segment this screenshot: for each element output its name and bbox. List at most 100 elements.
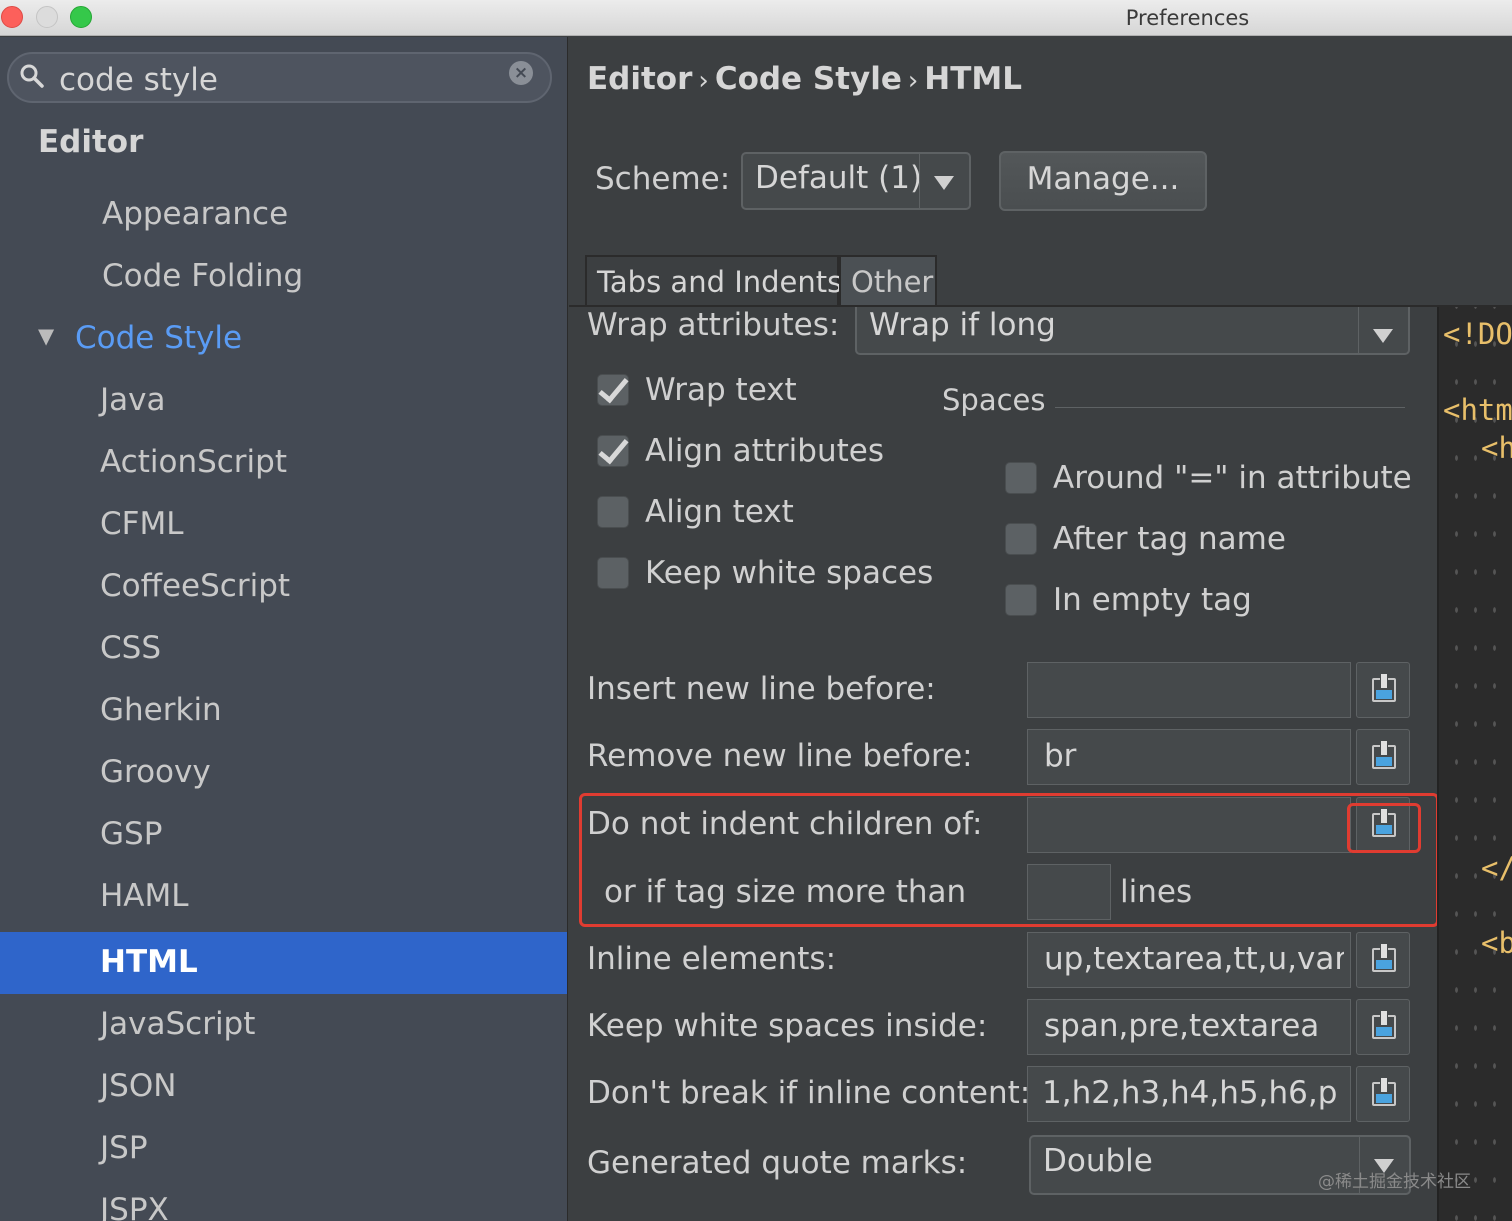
sidebar-item-appearance[interactable]: Appearance (0, 184, 567, 246)
sidebar-item-json[interactable]: JSON (0, 1056, 567, 1118)
sidebar-item-css[interactable]: CSS (0, 618, 567, 680)
remove-new-line-before-label: Remove new line before: (587, 738, 973, 774)
breadcrumb-item: Editor (587, 61, 693, 97)
sidebar-item-jspx[interactable]: JSPX (0, 1180, 567, 1221)
wrap-text-checkbox[interactable] (597, 374, 629, 406)
scheme-dropdown[interactable]: Default (1) (741, 152, 971, 210)
sidebar-item-label: JSPX (100, 1192, 169, 1221)
breadcrumb: Editor › Code Style › HTML (587, 61, 1022, 97)
inline-elements-browse-button[interactable] (1356, 932, 1410, 988)
dont-break-inline-input[interactable]: 1,h2,h3,h4,h5,h6,p (1027, 1066, 1351, 1122)
align-attributes-checkbox[interactable] (597, 435, 629, 467)
maximize-window-button[interactable] (70, 6, 92, 28)
remove-new-line-browse-button[interactable] (1356, 729, 1410, 785)
sidebar-item-gsp[interactable]: GSP (0, 804, 567, 866)
sidebar-item-cfml[interactable]: CFML (0, 494, 567, 556)
sidebar-item-java[interactable]: Java (0, 370, 567, 432)
after-tag-name-label: After tag name (1053, 521, 1286, 557)
sidebar-item-label: Code Style (75, 320, 243, 356)
search-box[interactable]: code style × (7, 52, 552, 103)
code-line: <h (1481, 431, 1512, 465)
sidebar-item-jsp[interactable]: JSP (0, 1118, 567, 1180)
search-input[interactable]: code style (59, 62, 218, 98)
section-divider (1055, 407, 1405, 408)
dont-break-inline-value: 1,h2,h3,h4,h5,h6,p (1042, 1075, 1338, 1111)
chevron-down-icon[interactable] (919, 154, 969, 208)
sidebar-item-label: GSP (100, 816, 163, 852)
sidebar-item-editor[interactable]: Editor (0, 112, 567, 174)
sidebar-item-label: Java (100, 382, 166, 418)
sidebar-item-coffeescript[interactable]: CoffeeScript (0, 556, 567, 618)
sidebar-item-label: Groovy (100, 754, 211, 790)
wrap-attributes-dropdown[interactable]: Wrap if long (855, 307, 1410, 355)
inline-elements-input[interactable]: up,textarea,tt,u,var (1027, 932, 1351, 988)
breadcrumb-item: Code Style (714, 61, 902, 97)
sidebar-item-label: HAML (100, 878, 189, 914)
sidebar-item-javascript[interactable]: JavaScript (0, 994, 567, 1056)
browse-icon (1372, 1078, 1396, 1106)
sidebar-item-code-folding[interactable]: Code Folding (0, 246, 567, 308)
dont-break-inline-label: Don't break if inline content: (587, 1075, 1031, 1111)
code-line: <!DO (1443, 317, 1512, 351)
close-window-button[interactable] (1, 6, 23, 28)
in-empty-tag-label: In empty tag (1053, 582, 1252, 618)
keep-white-spaces-inside-label: Keep white spaces inside: (587, 1008, 988, 1044)
tab-tabs-and-indents[interactable]: Tabs and Indents (585, 255, 842, 307)
around-equals-checkbox[interactable] (1005, 462, 1037, 494)
breadcrumb-item: HTML (924, 61, 1022, 97)
sidebar-item-label: JSP (100, 1130, 148, 1166)
wrap-attributes-label: Wrap attributes: (587, 307, 840, 343)
breadcrumb-separator-icon: › (698, 66, 709, 96)
window-title: Preferences (1125, 6, 1250, 30)
insert-new-line-browse-button[interactable] (1356, 662, 1410, 718)
dont-break-inline-browse-button[interactable] (1356, 1066, 1410, 1122)
keep-white-spaces-inside-value: span,pre,textarea (1044, 1008, 1320, 1044)
browse-icon (1372, 674, 1396, 702)
browse-icon (1372, 1011, 1396, 1039)
generated-quote-marks-label: Generated quote marks: (587, 1145, 968, 1181)
sidebar-item-gherkin[interactable]: Gherkin (0, 680, 567, 742)
keep-white-spaces-checkbox[interactable] (597, 557, 629, 589)
align-attributes-label: Align attributes (645, 433, 884, 469)
insert-new-line-before-input[interactable] (1027, 662, 1351, 718)
insert-new-line-before-label: Insert new line before: (587, 671, 936, 707)
sidebar-item-code-style[interactable]: ▼ Code Style (0, 308, 567, 370)
align-text-label: Align text (645, 494, 794, 530)
sidebar-item-label: CFML (100, 506, 184, 542)
sidebar-item-label: CSS (100, 630, 162, 666)
after-tag-name-checkbox[interactable] (1005, 523, 1037, 555)
scheme-label: Scheme: (595, 161, 731, 197)
around-equals-label: Around "=" in attribute (1053, 460, 1412, 496)
tab-other[interactable]: Other (839, 255, 937, 307)
browse-icon (1372, 944, 1396, 972)
sidebar-item-label: ActionScript (100, 444, 287, 480)
wrap-attributes-value: Wrap if long (869, 307, 1056, 343)
code-preview-panel: <!DO <htm <h </ <b (1437, 307, 1512, 1221)
clear-search-icon[interactable]: × (509, 61, 533, 85)
chevron-down-icon[interactable] (1358, 307, 1408, 353)
in-empty-tag-checkbox[interactable] (1005, 584, 1037, 616)
breadcrumb-separator-icon: › (907, 66, 919, 96)
remove-new-line-before-value: br (1044, 738, 1077, 774)
keep-white-spaces-inside-input[interactable]: span,pre,textarea (1027, 999, 1351, 1055)
annotation-highlight-button (1347, 803, 1421, 853)
keep-white-spaces-label: Keep white spaces (645, 555, 934, 591)
inline-elements-label: Inline elements: (587, 941, 837, 977)
spaces-section-title: Spaces (942, 383, 1046, 417)
sidebar-item-groovy[interactable]: Groovy (0, 742, 567, 804)
sidebar-item-haml[interactable]: HAML (0, 866, 567, 928)
watermark: @稀土掘金技术社区 (1318, 1172, 1471, 1192)
remove-new-line-before-input[interactable]: br (1027, 729, 1351, 785)
sidebar-item-label: HTML (100, 944, 198, 980)
manage-button[interactable]: Manage... (999, 151, 1207, 211)
sidebar-item-actionscript[interactable]: ActionScript (0, 432, 567, 494)
sidebar-item-html[interactable]: HTML (0, 932, 567, 994)
align-text-checkbox[interactable] (597, 496, 629, 528)
sidebar-item-label: Code Folding (102, 258, 304, 294)
settings-main-panel: Editor › Code Style › HTML Scheme: Default (… (569, 37, 1512, 1221)
keep-white-spaces-browse-button[interactable] (1356, 999, 1410, 1055)
expand-arrow-icon[interactable]: ▼ (38, 324, 54, 348)
minimize-window-button[interactable] (36, 6, 58, 28)
sidebar-item-label: Gherkin (100, 692, 222, 728)
code-line: </ (1481, 851, 1512, 885)
